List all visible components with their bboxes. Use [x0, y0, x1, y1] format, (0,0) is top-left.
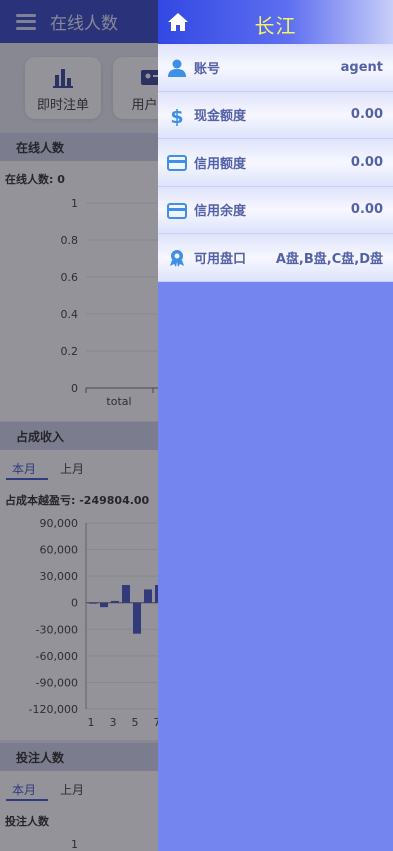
- info-row-label: 账号: [194, 61, 221, 77]
- info-row-value: agent: [340, 59, 383, 75]
- info-row-credit-balance: 信用余度 0.00: [158, 186, 393, 234]
- info-row-label: 信用额度: [194, 156, 247, 172]
- drawer-title: 长江: [254, 14, 297, 38]
- info-row-value: 0.00: [350, 154, 383, 170]
- info-row-label: 信用余度: [194, 204, 247, 220]
- credit-card-icon: [167, 201, 187, 221]
- badge-icon: [167, 248, 187, 268]
- info-row-available-markets: 可用盘口 A盘,B盘,C盘,D盘: [158, 234, 393, 282]
- info-row-cash-limit: $ 现金额度 0.00: [158, 91, 393, 139]
- info-row-account: 账号 agent: [158, 44, 393, 92]
- dollar-icon: $: [167, 106, 187, 128]
- info-row-value: 0.00: [350, 202, 383, 218]
- credit-card-icon: [167, 153, 187, 173]
- drawer-header: 长江: [158, 0, 393, 44]
- svg-text:$: $: [170, 106, 183, 126]
- info-row-credit-limit: 信用额度 0.00: [158, 139, 393, 187]
- info-row-value: A盘,B盘,C盘,D盘: [275, 251, 383, 267]
- info-row-value: 0.00: [350, 107, 383, 123]
- info-row-label: 可用盘口: [194, 251, 247, 267]
- side-drawer: 长江 账号 agent $ 现金额度 0.00 信用额度 0.00 信用余度 0…: [158, 0, 393, 851]
- user-icon: [167, 58, 187, 78]
- account-info-list: 账号 agent $ 现金额度 0.00 信用额度 0.00 信用余度 0.00: [158, 44, 393, 282]
- info-row-label: 现金额度: [194, 109, 247, 125]
